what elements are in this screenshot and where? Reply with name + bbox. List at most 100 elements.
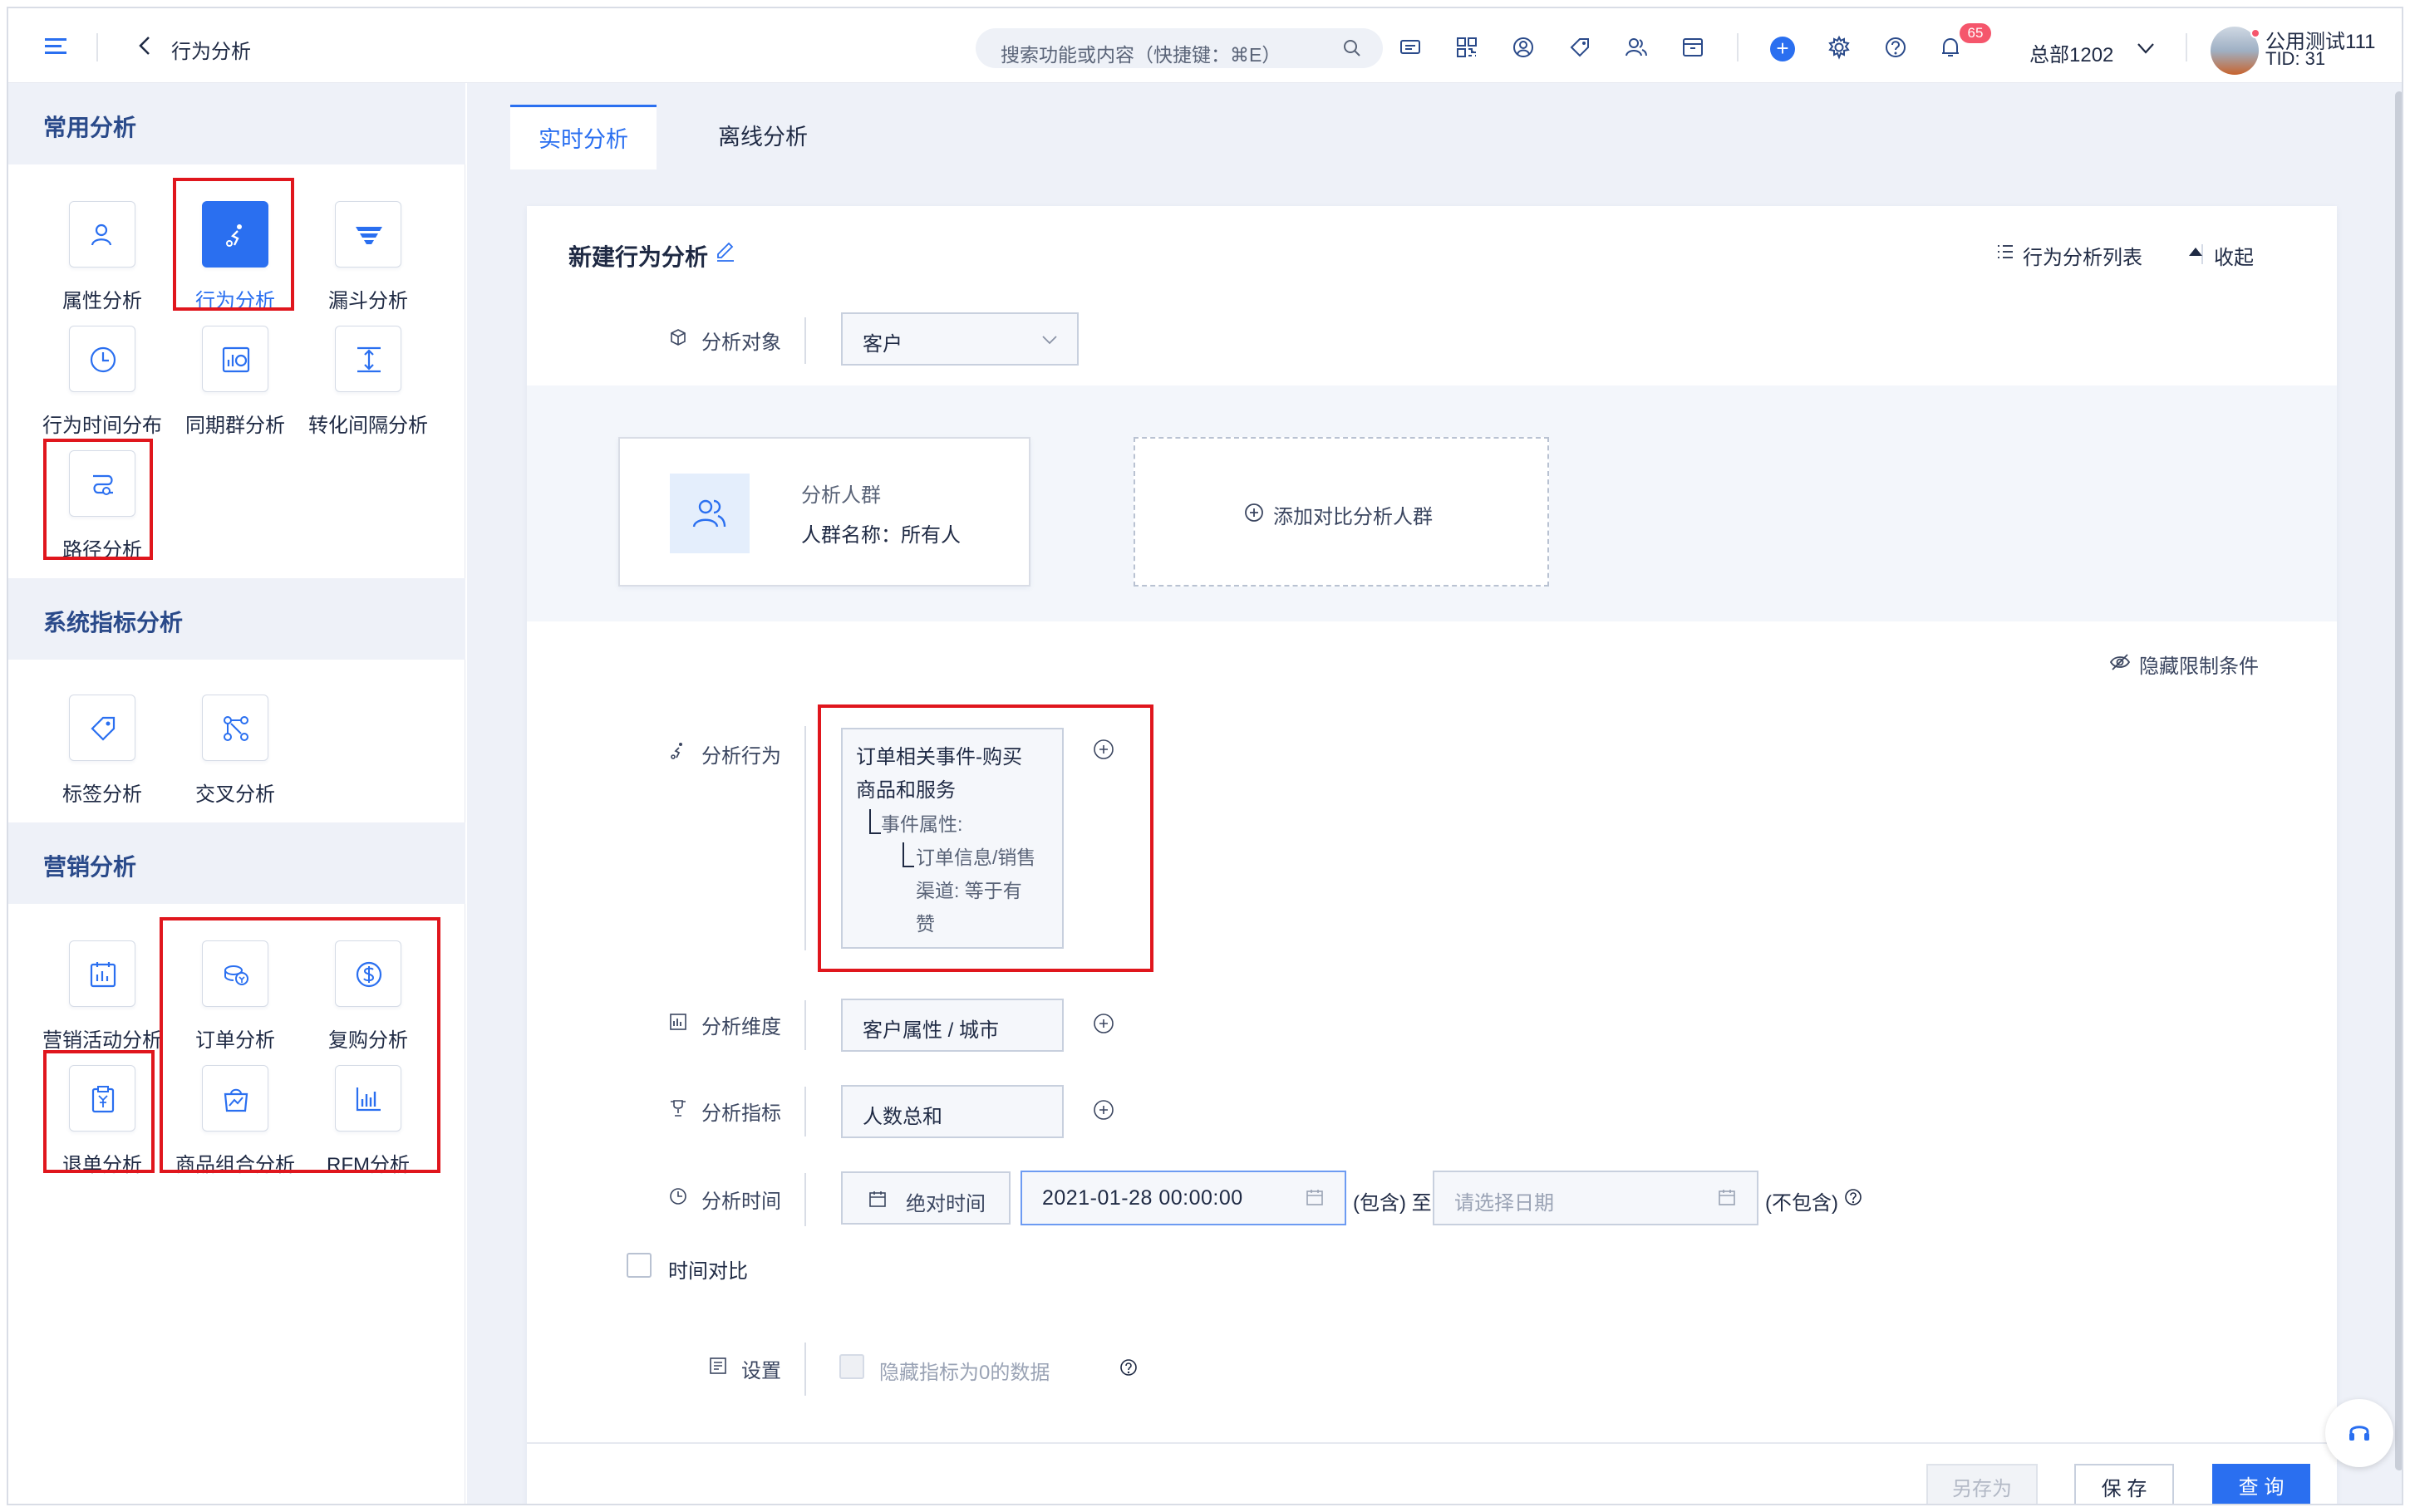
metric-select[interactable]: 人数总和: [841, 1085, 1064, 1138]
calendar-chart-icon: [90, 962, 116, 988]
compass-icon[interactable]: [1511, 35, 1536, 60]
crowd-icon-box: [670, 474, 750, 553]
collapse-button[interactable]: 收起: [2214, 241, 2254, 270]
notification-badge: 65: [1960, 23, 1991, 43]
users-icon[interactable]: [1624, 35, 1649, 60]
search-icon[interactable]: [1341, 37, 1363, 59]
calendar-icon: [1719, 1190, 1735, 1205]
section-header: 营销分析: [8, 822, 465, 904]
object-value: 客户: [863, 333, 903, 356]
main-panel: 实时分析 离线分析 新建行为分析 行为分析列表 收起 分析对象 客户 分析人群 …: [467, 83, 2402, 1504]
tab-realtime[interactable]: 实时分析: [510, 105, 657, 169]
section-title: 系统指标分析: [43, 610, 184, 636]
qrcode-icon[interactable]: [1454, 35, 1479, 60]
help-icon[interactable]: [1119, 1357, 1139, 1377]
end-date-placeholder: 请选择日期: [1454, 1192, 1554, 1215]
caret-up-icon[interactable]: [2189, 248, 2202, 256]
section-title: 营销分析: [43, 854, 137, 880]
interval-icon: [357, 346, 381, 373]
query-button[interactable]: 查 询: [2212, 1464, 2310, 1504]
eye-off-icon[interactable]: [2109, 651, 2131, 673]
tag-icon[interactable]: [1567, 35, 1592, 60]
bell-icon[interactable]: [1938, 35, 1963, 60]
time-compare-label: 时间对比: [668, 1260, 748, 1283]
calendar-icon: [1306, 1190, 1323, 1205]
top-bar: 行为分析 搜索功能或内容（快捷键：⌘E） + 65 总部1202 公用测试111…: [8, 8, 2402, 83]
app-window: 行为分析 搜索功能或内容（快捷键：⌘E） + 65 总部1202 公用测试111…: [7, 7, 2403, 1505]
dimension-value: 客户属性 / 城市: [863, 1019, 1000, 1042]
tool-interval-analysis[interactable]: 转化间隔分析: [306, 326, 430, 439]
tool-label: 转化间隔分析: [308, 415, 428, 437]
calendar-icon: [869, 1191, 886, 1207]
behavior-label: 分析行为: [701, 745, 781, 768]
tool-time-distribution[interactable]: 行为时间分布: [40, 326, 165, 439]
tool-cross-analysis[interactable]: 交叉分析: [173, 695, 298, 808]
tool-tag-analysis[interactable]: 标签分析: [40, 695, 165, 808]
divider: [804, 1087, 806, 1136]
save-as-button[interactable]: 另存为: [1926, 1464, 2038, 1504]
start-date-input[interactable]: 2021-01-28 00:00:00: [1021, 1171, 1346, 1225]
search-placeholder: 搜索功能或内容（快捷键：⌘E）: [1001, 44, 1281, 66]
menu-icon[interactable]: [43, 33, 70, 58]
divider: [804, 1000, 806, 1050]
tool-campaign-analysis[interactable]: 营销活动分析: [40, 940, 165, 1053]
tool-cohort-analysis[interactable]: 同期群分析: [173, 326, 298, 439]
help-icon[interactable]: [1883, 35, 1908, 60]
search-bar[interactable]: 搜索功能或内容（快捷键：⌘E）: [976, 28, 1383, 68]
plus-circle-icon: [1245, 503, 1263, 522]
dimension-select[interactable]: 客户属性 / 城市: [841, 999, 1064, 1052]
trophy-icon: [671, 1100, 686, 1117]
add-compare-crowd[interactable]: 添加对比分析人群: [1134, 437, 1549, 587]
time-mode-value: 绝对时间: [906, 1193, 986, 1215]
chevron-down-icon: [1042, 336, 1057, 345]
divider: [804, 1343, 806, 1396]
scrollbar[interactable]: [2395, 91, 2402, 1470]
crowd-card[interactable]: 分析人群 人群名称：所有人: [618, 437, 1030, 587]
message-icon[interactable]: [1398, 35, 1423, 60]
behavior-list-link[interactable]: 行为分析列表: [2023, 241, 2142, 270]
object-select[interactable]: 客户: [841, 312, 1079, 366]
clock-icon: [670, 1188, 686, 1205]
tool-icon-box: [69, 695, 135, 761]
highlight-box: [43, 439, 153, 560]
help-icon[interactable]: [1843, 1187, 1863, 1207]
hide-conditions-link[interactable]: 隐藏限制条件: [2139, 650, 2259, 679]
settings-label: 设置: [741, 1360, 781, 1382]
highlight-box: [160, 917, 440, 1173]
tool-funnel-analysis[interactable]: 漏斗分析: [306, 201, 430, 314]
add-crowd-label: 添加对比分析人群: [1273, 506, 1433, 528]
status-dot: [2250, 28, 2260, 38]
divider: [1737, 33, 1739, 61]
analysis-tabs: 实时分析 离线分析: [467, 83, 2402, 169]
archive-icon[interactable]: [1680, 35, 1705, 60]
dimension-label: 分析维度: [701, 1016, 781, 1038]
clock-icon: [90, 346, 116, 373]
org-selector[interactable]: 总部1202: [2029, 38, 2113, 67]
tool-icon-box: [69, 940, 135, 1007]
tool-attr-analysis[interactable]: 属性分析: [40, 201, 165, 314]
crowd-name: 人群名称：所有人: [801, 524, 961, 547]
end-date-input[interactable]: 请选择日期: [1433, 1171, 1758, 1225]
add-metric-icon[interactable]: [1092, 1098, 1115, 1122]
time-compare-checkbox[interactable]: [627, 1253, 652, 1278]
edit-icon[interactable]: [715, 241, 736, 263]
add-dimension-icon[interactable]: [1092, 1012, 1115, 1035]
settings-list-icon: [710, 1357, 726, 1374]
metric-label: 分析指标: [701, 1102, 781, 1125]
tool-icon-box: [202, 326, 268, 392]
back-icon[interactable]: [133, 33, 158, 58]
dimension-icon: [670, 1014, 686, 1030]
crowd-title: 分析人群: [801, 484, 881, 507]
chevron-down-icon[interactable]: [2136, 40, 2156, 56]
list-icon: [1998, 245, 2013, 258]
divider: [2186, 33, 2187, 61]
gear-icon[interactable]: [1827, 35, 1852, 60]
time-mode-select[interactable]: 绝对时间: [841, 1171, 1011, 1225]
tool-icon-box: [69, 326, 135, 392]
highlight-box: [818, 704, 1153, 972]
add-icon[interactable]: +: [1770, 37, 1795, 61]
tab-offline[interactable]: 离线分析: [696, 105, 829, 169]
hide-zero-checkbox[interactable]: [839, 1354, 864, 1379]
save-button[interactable]: 保 存: [2074, 1464, 2174, 1504]
support-button[interactable]: [2325, 1399, 2393, 1467]
